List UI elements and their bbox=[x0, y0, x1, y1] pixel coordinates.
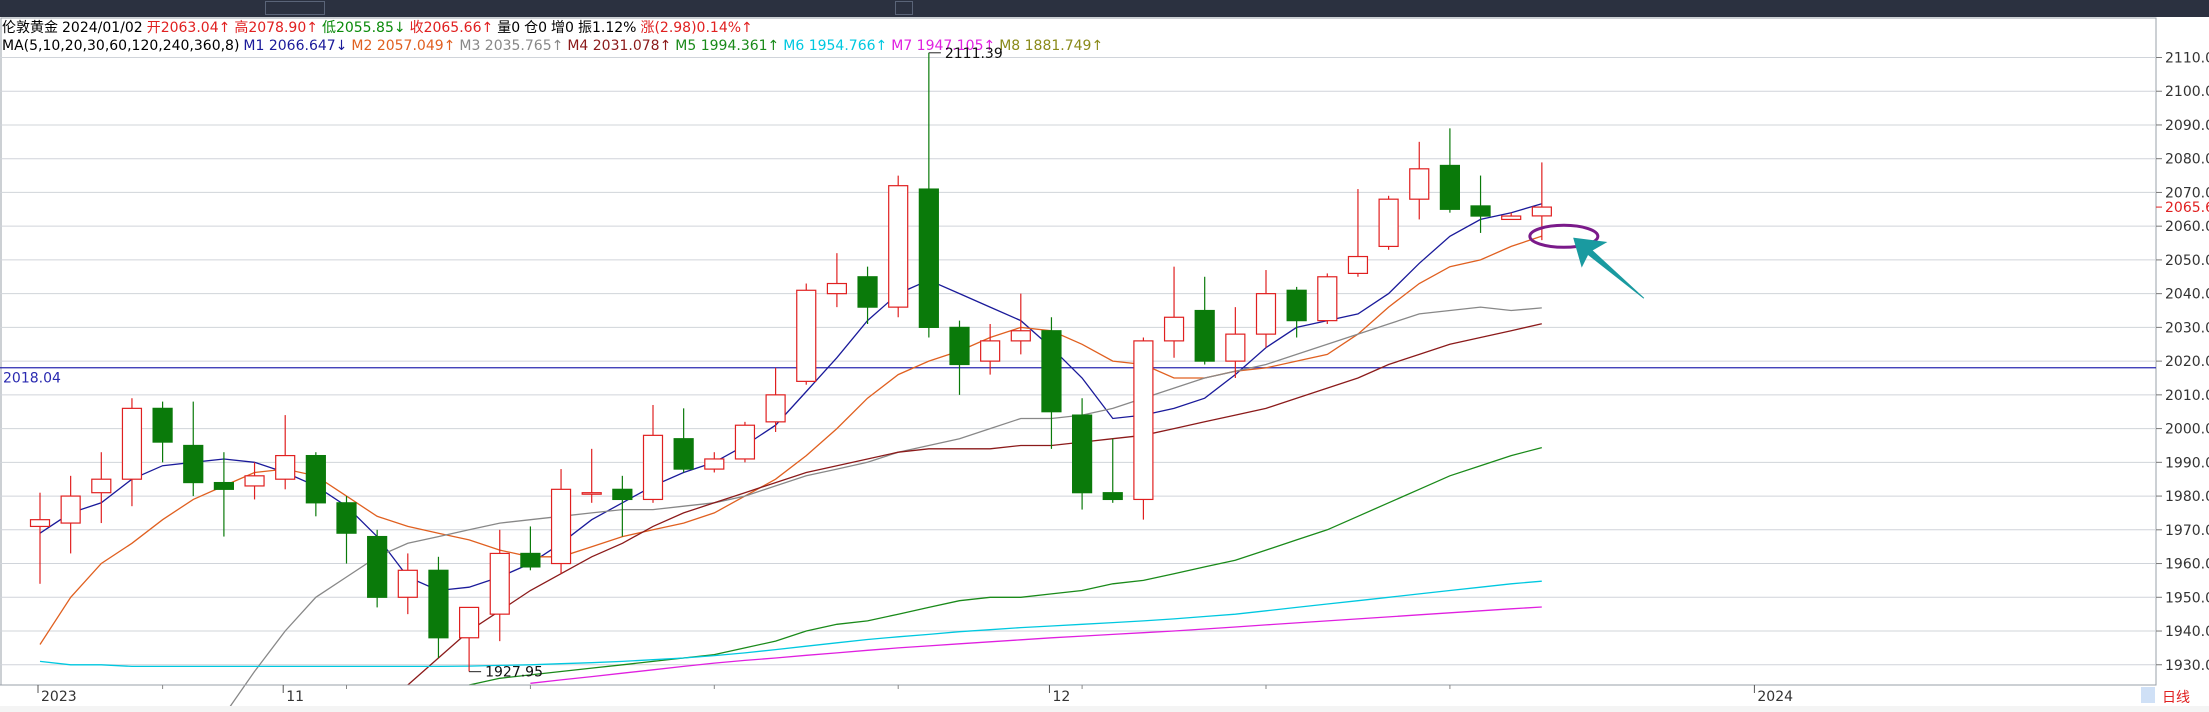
period-label: 日线 bbox=[2162, 690, 2190, 706]
candle-body bbox=[1409, 168, 1430, 200]
candle-body bbox=[1378, 198, 1399, 248]
candle-body bbox=[336, 502, 357, 534]
candle-body bbox=[918, 188, 939, 328]
bottom-indicator-strip bbox=[0, 706, 2209, 712]
candle-body bbox=[367, 535, 388, 598]
last-price-label: 2065.66 bbox=[2165, 200, 2209, 216]
y-tick-label: 2020.00 bbox=[2165, 354, 2209, 370]
candle-body bbox=[826, 282, 848, 295]
candle-body bbox=[765, 394, 786, 423]
candle-body bbox=[857, 276, 878, 308]
y-axis: 1930.00 1940.00 1950.00 1960.00 1970.00 1980.… bbox=[2156, 50, 2209, 674]
candle-body bbox=[1501, 215, 1522, 221]
candle-body bbox=[305, 454, 326, 504]
y-tick-label: 2040.00 bbox=[2165, 287, 2209, 303]
y-tick-label: 1940.00 bbox=[2165, 624, 2209, 640]
annotation-label: 1927.95 bbox=[485, 665, 543, 681]
ma-line-M6 bbox=[39, 580, 1542, 668]
candle-body bbox=[1255, 293, 1277, 335]
y-tick-label: 2080.00 bbox=[2165, 152, 2209, 168]
toolbar-input[interactable] bbox=[265, 1, 325, 15]
candles bbox=[29, 52, 1552, 672]
candle-body bbox=[704, 458, 725, 470]
y-tick-label: 2090.00 bbox=[2165, 118, 2209, 134]
grid bbox=[0, 17, 2157, 686]
ma-line-M5 bbox=[468, 446, 1542, 686]
candle-body bbox=[213, 481, 234, 490]
candle-body bbox=[1317, 276, 1338, 322]
y-tick-label: 1930.00 bbox=[2165, 658, 2209, 674]
x-axis: 2023 11 12 2024 日线 bbox=[0, 684, 2190, 706]
reference-line-group: 2018.04 bbox=[0, 367, 2156, 387]
candle-body bbox=[642, 434, 664, 501]
candle-body bbox=[1102, 492, 1123, 501]
candle-body bbox=[1194, 309, 1215, 362]
candle-body bbox=[275, 454, 296, 480]
candle-body bbox=[980, 340, 1001, 362]
y-tick-label: 2060.00 bbox=[2165, 219, 2209, 235]
y-tick-label: 2010.00 bbox=[2165, 388, 2209, 404]
y-tick-label: 1960.00 bbox=[2165, 557, 2209, 573]
candle-body bbox=[581, 492, 602, 495]
x-tick-label: 11 bbox=[286, 689, 304, 705]
x-tick-label: 12 bbox=[1052, 689, 1070, 705]
candle-body bbox=[489, 552, 510, 615]
y-tick-label: 1970.00 bbox=[2165, 523, 2209, 539]
candle-body bbox=[1225, 333, 1246, 362]
candle-body bbox=[459, 606, 480, 639]
y-tick-label: 2050.00 bbox=[2165, 253, 2209, 269]
x-tick-label: 2024 bbox=[1757, 689, 1793, 705]
ma-line-M3 bbox=[229, 306, 1542, 706]
candle-body bbox=[1071, 414, 1093, 494]
y-tick-label: 2100.00 bbox=[2165, 84, 2209, 100]
candle-body bbox=[949, 326, 970, 366]
y-tick-label: 1950.00 bbox=[2165, 590, 2209, 606]
candle-body bbox=[91, 478, 112, 494]
candle-body bbox=[612, 488, 633, 501]
plot-frame bbox=[0, 17, 2157, 686]
y-tick-label: 2030.00 bbox=[2165, 320, 2209, 336]
y-tick-label: 1990.00 bbox=[2165, 455, 2209, 471]
arrow-icon bbox=[1573, 237, 1645, 299]
candle-body bbox=[888, 185, 909, 308]
candle-body bbox=[1041, 330, 1062, 413]
y-tick-label: 2000.00 bbox=[2165, 422, 2209, 438]
reference-line-label: 2018.04 bbox=[3, 371, 61, 387]
x-tick-label: 2023 bbox=[41, 689, 77, 705]
candle-body bbox=[1531, 206, 1552, 217]
toolbar-toggle-button[interactable] bbox=[895, 1, 913, 15]
candle-body bbox=[60, 495, 81, 524]
ma-line-M7 bbox=[530, 606, 1542, 684]
candle-body bbox=[734, 424, 756, 460]
candle-body bbox=[550, 488, 572, 565]
candle-body bbox=[183, 444, 204, 484]
candle-body bbox=[121, 407, 143, 480]
candle-body bbox=[796, 289, 817, 382]
annotation-label: 2111.39 bbox=[945, 46, 1003, 62]
candle-body bbox=[428, 569, 449, 639]
y-tick-label: 2110.00 bbox=[2165, 50, 2209, 66]
candle-body bbox=[1286, 289, 1307, 322]
user-drawing[interactable] bbox=[1528, 223, 1645, 299]
candle-body bbox=[397, 569, 418, 598]
ma-line-M2 bbox=[39, 235, 1543, 645]
ma-line-M1 bbox=[39, 203, 1542, 592]
corner-box bbox=[2141, 687, 2155, 703]
candle-body bbox=[1133, 340, 1154, 501]
candle-body bbox=[520, 552, 541, 568]
candle-body bbox=[673, 438, 694, 470]
candle-body bbox=[29, 519, 51, 528]
candle-body bbox=[1010, 330, 1031, 342]
top-toolbar bbox=[0, 0, 2209, 17]
candlestick-chart[interactable]: 2018.04 2111.39 1927.95 1930.00 1940.00 195… bbox=[0, 17, 2209, 706]
y-tick-label: 1980.00 bbox=[2165, 489, 2209, 505]
candle-body bbox=[1163, 316, 1185, 342]
candle-body bbox=[1439, 164, 1461, 210]
candle-body bbox=[1470, 205, 1491, 217]
candle-body bbox=[152, 407, 173, 443]
y-tick-label: 2070.00 bbox=[2165, 185, 2209, 201]
candle-body bbox=[244, 475, 265, 487]
candle-body bbox=[1347, 255, 1369, 275]
